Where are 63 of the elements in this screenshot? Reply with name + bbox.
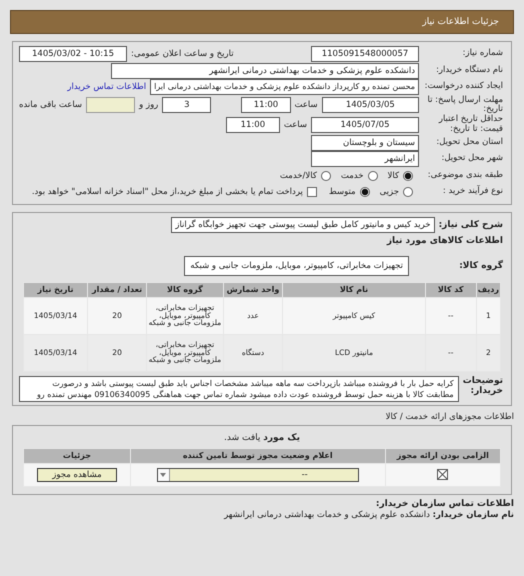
radio-button[interactable] xyxy=(403,170,413,181)
announce-date-field: 1405/03/02 - 10:15 xyxy=(19,46,127,62)
deadline-date-field: 1405/03/05 xyxy=(322,97,419,114)
field-label: روز و xyxy=(139,100,158,110)
validity-time-field: 11:00 xyxy=(226,116,280,133)
section-title: اطلاعات مجوزهای ارائه خدمت / کالا xyxy=(384,412,514,422)
field-label: نام دستگاه خریدار: xyxy=(435,66,503,76)
field-label: شماره نیاز: xyxy=(462,49,503,60)
province-field: سیستان و بلوچستان xyxy=(311,134,419,151)
column-header: نام کالا xyxy=(282,282,426,298)
section-title: اطلاعات کالاهای مورد نیاز xyxy=(386,236,503,246)
radio-button[interactable] xyxy=(403,187,413,198)
radio-button[interactable] xyxy=(360,187,370,198)
field-label: توضیحات خریدار: xyxy=(462,376,503,396)
buyer-field: دانشکده علوم پزشکی و خدمات بهداشتی درمانی ایرانشهر xyxy=(111,62,419,79)
radio-button[interactable] xyxy=(320,170,331,181)
validity-date-field: 1405/07/05 xyxy=(311,116,419,133)
buyer-contact-link[interactable]: اطلاعات تماس خریدار xyxy=(67,82,146,92)
field-label: شرح کلی نیاز: xyxy=(438,220,503,230)
summary-field: خرید کیس و مانیتور کامل طبق لیست پیوستی جهت تجهیز خوابگاه گراناز xyxy=(171,216,435,233)
field-label: ساعت xyxy=(294,100,318,110)
radio-label: خدمت xyxy=(340,170,364,181)
buyer-notes-field: کرایه حمل بار با فروشنده میباشد بازپرداخت سه ماهه میباشد مشخصات اجناس باید طبق لیست پیوستی باشد و درصورت مطابقت کالا با هزینه حمل توسط فروشنده عودت داده میشود شماره تماس جهت هماهنگی 09106340095 مهندس تمنده رو xyxy=(19,376,459,402)
radio-label: کالا/خدمت xyxy=(280,170,317,181)
field-label: گروه کالا: xyxy=(458,260,503,271)
contact-title: اطلاعات تماس سازمان خریدار: xyxy=(374,498,514,509)
column-header: تعداد / مقدار xyxy=(88,282,147,298)
hours-field xyxy=(86,97,136,114)
city-field: ایرانشهر xyxy=(311,151,419,168)
field-label: حداقل تاریخ اعتبار قیمت: تا تاریخ: xyxy=(438,115,503,135)
field-label: نوع فرآیند خرید : xyxy=(442,187,503,198)
field-label: مهلت ارسال پاسخ: تا تاریخ: xyxy=(426,96,503,114)
column-header: تاریخ نیاز xyxy=(24,282,88,298)
checkbox[interactable] xyxy=(306,187,317,198)
need-number-field: 1105091548000057 xyxy=(311,46,419,62)
deadline-time-field: 11:00 xyxy=(241,97,290,114)
column-header: اعلام وضعیت مجوز توسط تامین کننده xyxy=(130,448,386,464)
radio-label: متوسط xyxy=(328,187,356,198)
page-title: جزئیات اطلاعات نیاز xyxy=(422,17,499,27)
days-field: 3 xyxy=(162,97,212,114)
column-header: جزئیات xyxy=(24,448,130,464)
radio-label: کالا xyxy=(388,170,399,181)
field-label: طبقه بندی موضوعی: xyxy=(426,170,503,181)
creator-field: محسن تمنده رو کارپرداز دانشکده علوم پزشکی و خدمات بهداشتی درمانی ایرا xyxy=(150,79,419,96)
checkbox-label: پرداخت تمام یا بخشی از مبلغ خرید،از محل "اسناد خزانه اسلامی" خواهد بود. xyxy=(32,187,303,198)
radio-label: جزیی xyxy=(380,187,399,198)
goods-group-field: تجهیزات مخابراتی، کامپیوتر، موبایل، ملزومات جانبی و شبکه xyxy=(184,256,409,276)
column-header: گروه کالا xyxy=(146,282,224,298)
column-header: کد کالا xyxy=(425,282,476,298)
field-label: استان محل تحویل: xyxy=(435,138,503,148)
column-header: ردیف xyxy=(476,282,500,298)
column-header: الزامی بودن ارائه مجوز xyxy=(385,448,500,464)
field-label: ساعت باقی مانده xyxy=(18,100,82,110)
status-select[interactable]: -- xyxy=(156,468,359,482)
field-label: ایجاد کننده درخواست: xyxy=(424,82,503,92)
result-count: یک مورد یافت شد. xyxy=(223,432,301,443)
field-label: ساعت xyxy=(284,120,307,130)
view-permit-button[interactable]: مشاهده مجوز xyxy=(36,468,117,482)
field-label: شهر محل تحویل: xyxy=(440,154,503,164)
radio-button[interactable] xyxy=(368,170,378,181)
field-label: تاریخ و ساعت اعلان عمومی: xyxy=(131,49,234,60)
column-header: واحد شمارش xyxy=(223,282,283,298)
buyer-org-text: نام سازمان خریدار: دانشکده علوم پزشکی و خدمات بهداشتی درمانی ایرانشهر xyxy=(222,510,514,520)
